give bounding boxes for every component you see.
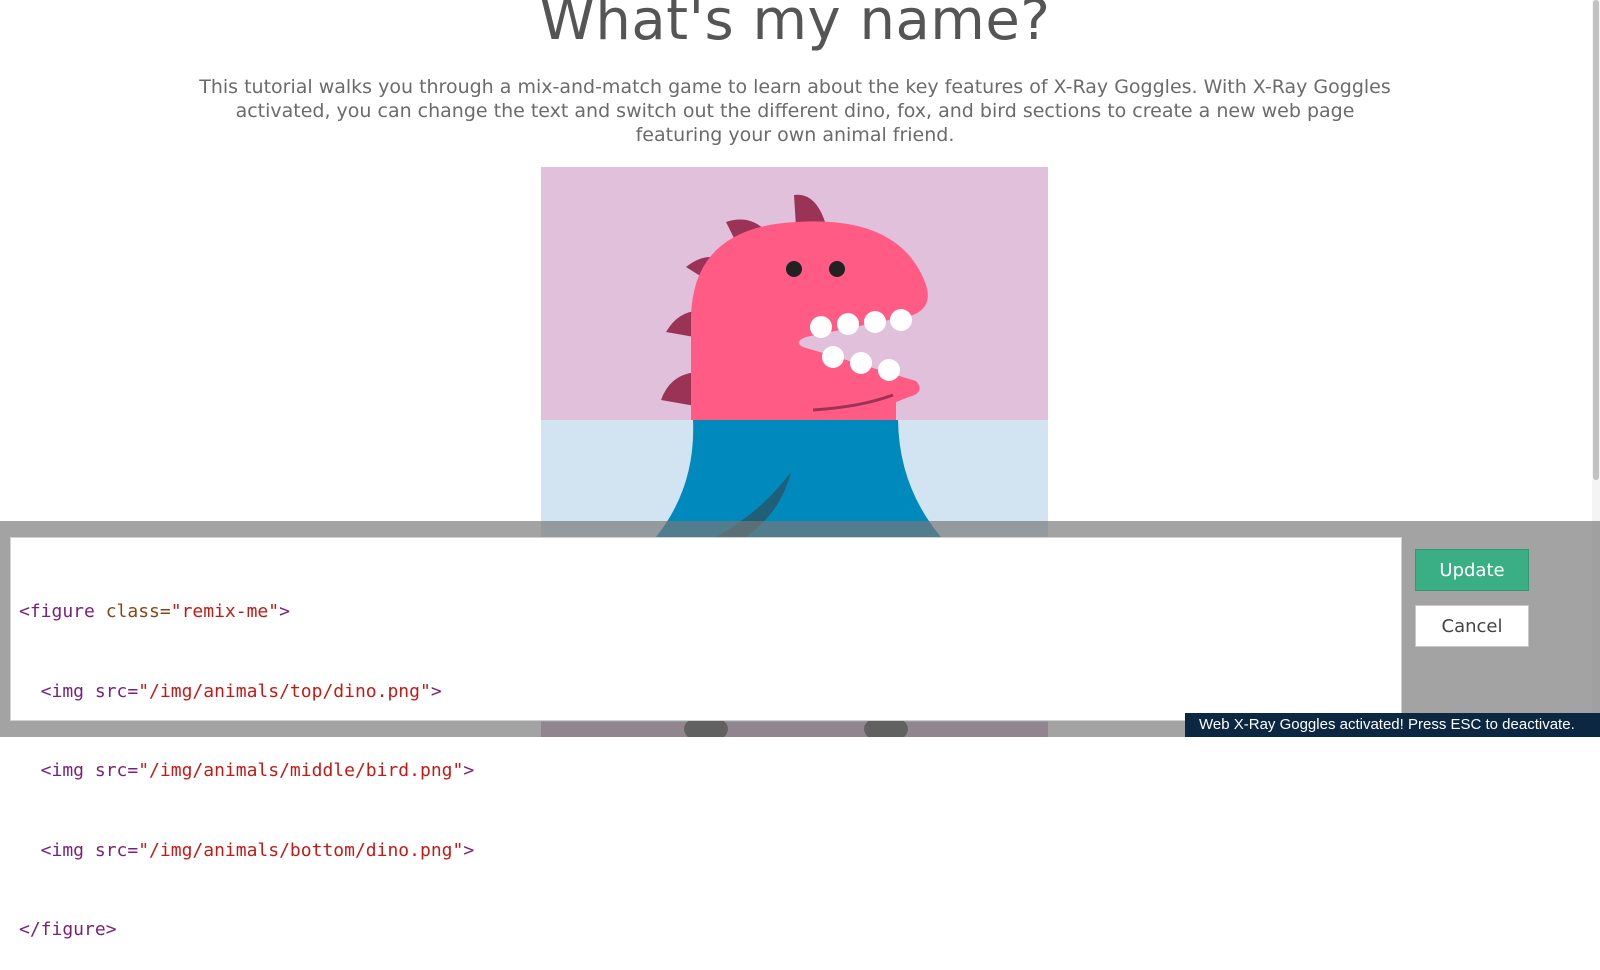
code-line: <img src="/img/animals/bottom/dino.png"> — [19, 839, 475, 861]
code-line: <img src="/img/animals/middle/bird.png"> — [19, 760, 475, 781]
page-title: What's my name? — [539, 0, 1051, 53]
dino-eye-left — [786, 261, 802, 277]
intro-paragraph: This tutorial walks you through a mix-an… — [199, 76, 1391, 146]
update-button[interactable]: Update — [1415, 549, 1529, 591]
scrollbar-thumb[interactable] — [1593, 0, 1599, 480]
xray-status-bar: Web X-Ray Goggles activated! Press ESC t… — [1185, 713, 1600, 737]
cancel-button[interactable]: Cancel — [1415, 605, 1529, 647]
code-line: </figure> — [19, 919, 117, 940]
code-line: <img src="/img/animals/top/dino.png"> — [19, 680, 442, 702]
bird-body — [656, 420, 941, 537]
dino-eye-right — [829, 261, 845, 277]
code-line: <figure class="remix-me"> — [19, 601, 290, 622]
html-code-editor[interactable]: <figure class="remix-me"> <img src="/img… — [10, 537, 1402, 940]
